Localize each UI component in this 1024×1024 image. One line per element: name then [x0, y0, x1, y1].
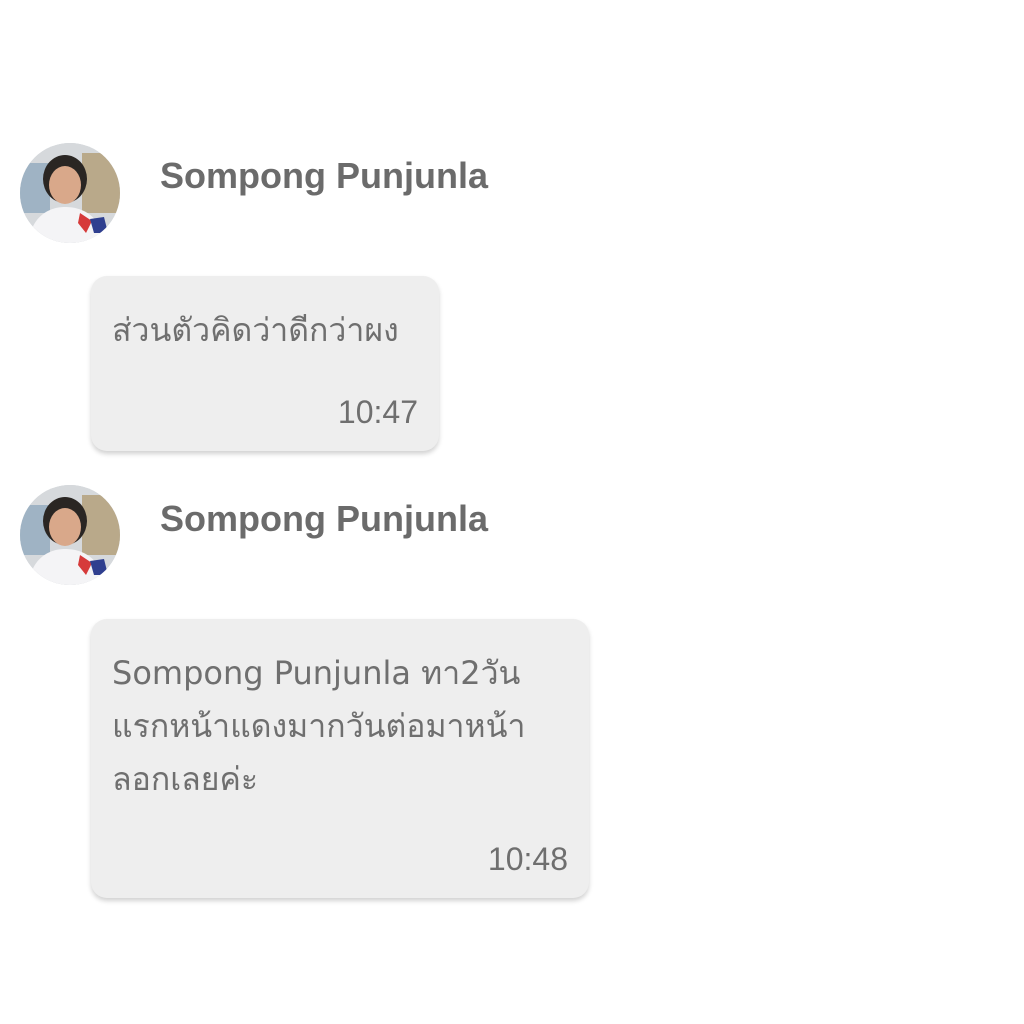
- sender-name: Sompong Punjunla: [160, 498, 488, 539]
- message-bubble[interactable]: Sompong Punjunla ทา2วัน แรกหน้าแดงมากวัน…: [91, 619, 589, 898]
- avatar-photo: [20, 485, 120, 585]
- message-timestamp: 10:47: [337, 394, 418, 430]
- sender-name: Sompong Punjunla: [160, 155, 488, 196]
- message-text: Sompong Punjunla ทา2วัน แรกหน้าแดงมากวัน…: [112, 654, 526, 798]
- sender-avatar[interactable]: [20, 485, 120, 585]
- message-bubble[interactable]: ส่วนตัวคิดว่าดีกว่าผง 10:47: [91, 276, 439, 451]
- chat-thread: Sompong Punjunla ส่วนตัวคิดว่าดีกว่าผง 1…: [0, 0, 1024, 1024]
- message-timestamp: 10:48: [487, 841, 568, 877]
- sender-avatar[interactable]: [20, 143, 120, 243]
- avatar-photo: [20, 143, 120, 243]
- message-text: ส่วนตัวคิดว่าดีกว่าผง: [112, 311, 399, 349]
